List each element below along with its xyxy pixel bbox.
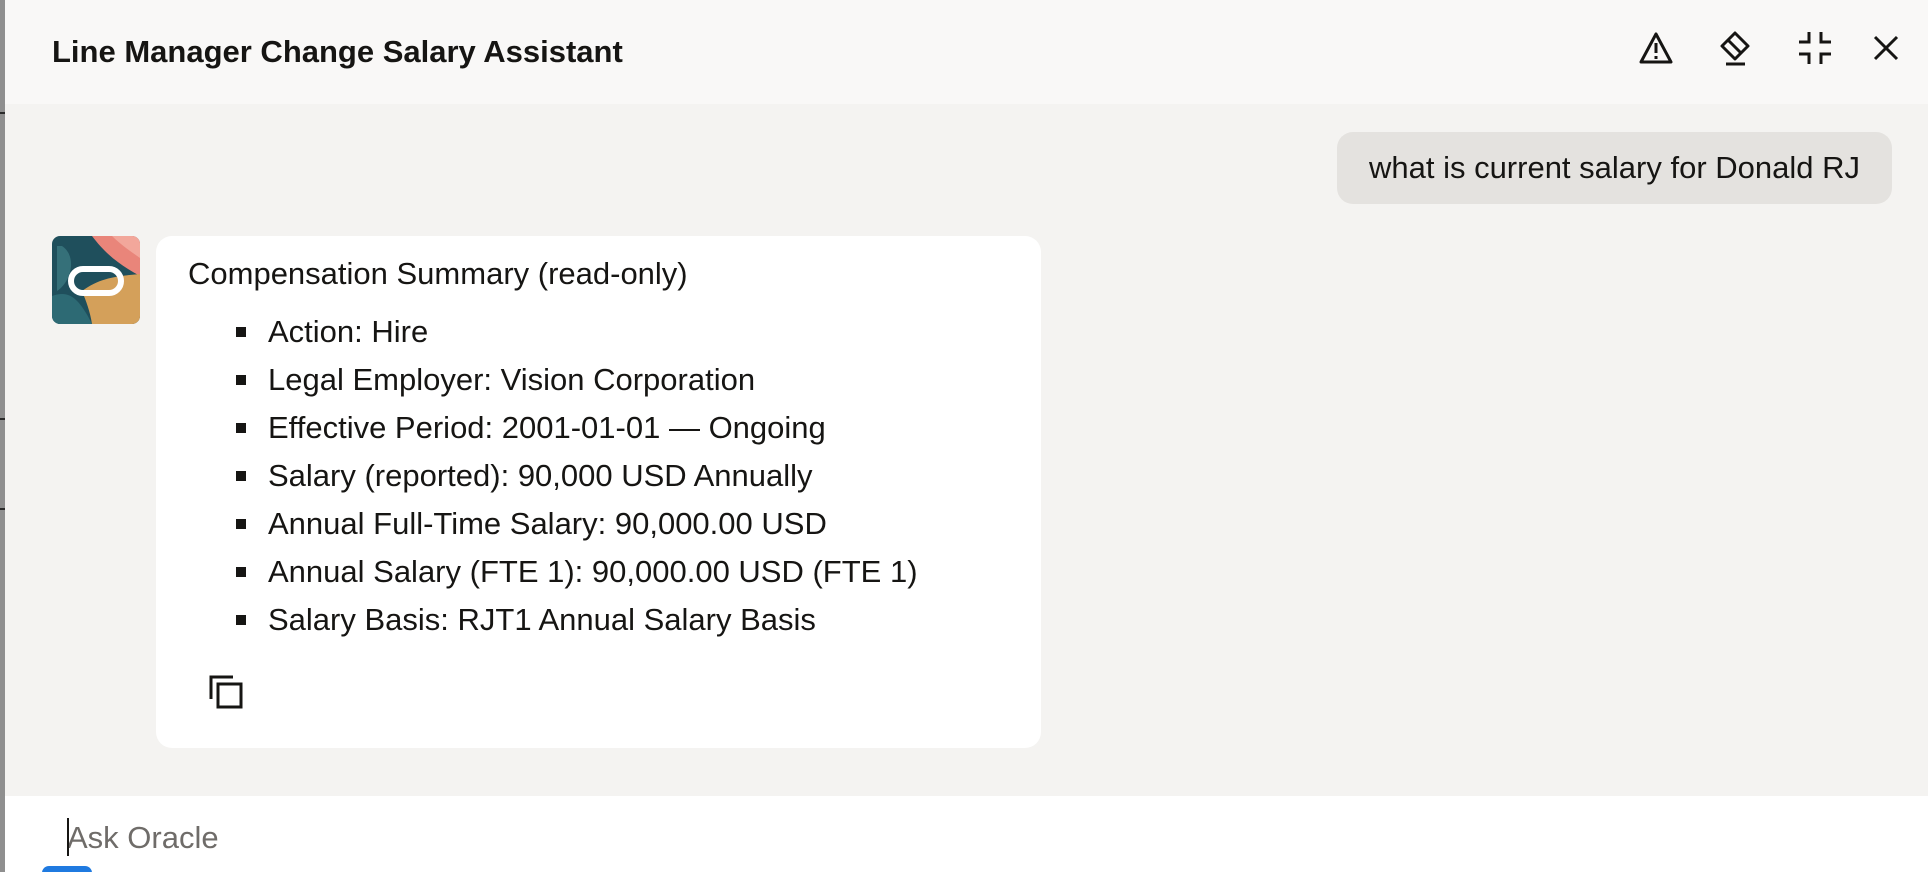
user-message-bubble: what is current salary for Donald RJ <box>1336 132 1892 204</box>
clear-chat-button[interactable] <box>1709 24 1761 76</box>
conversation-area[interactable]: what is current salary for Donald RJ Com… <box>5 104 1928 796</box>
eraser-icon <box>1717 30 1753 71</box>
user-message-text: what is current salary for Donald RJ <box>1368 150 1860 185</box>
list-item: Annual Full-Time Salary: 90,000.00 USD <box>236 504 918 552</box>
copy-icon <box>208 674 244 715</box>
list-item: Legal Employer: Vision Corporation <box>236 360 918 408</box>
ask-oracle-input[interactable] <box>67 816 1867 860</box>
list-item: Salary (reported): 90,000 USD Annually <box>236 456 918 504</box>
bullet-icon <box>236 327 246 337</box>
bullet-icon <box>236 567 246 577</box>
bullet-icon <box>236 375 246 385</box>
minimize-button[interactable] <box>1789 24 1841 76</box>
compensation-summary-list: Action: Hire Legal Employer: Vision Corp… <box>236 312 918 648</box>
collapse-icon <box>1797 30 1833 71</box>
bullet-icon <box>236 423 246 433</box>
close-icon <box>1871 33 1901 68</box>
assistant-title: Line Manager Change Salary Assistant <box>52 34 623 69</box>
report-issue-button[interactable] <box>1630 24 1682 76</box>
assistant-response-card: Compensation Summary (read-only) Action:… <box>156 236 1041 748</box>
bullet-icon <box>236 519 246 529</box>
close-button[interactable] <box>1860 24 1912 76</box>
oracle-logo-icon <box>52 236 140 324</box>
list-item: Annual Salary (FTE 1): 90,000.00 USD (FT… <box>236 552 918 600</box>
copy-response-button[interactable] <box>204 672 248 716</box>
bullet-icon <box>236 471 246 481</box>
response-heading: Compensation Summary (read-only) <box>188 256 688 291</box>
list-item: Action: Hire <box>236 312 918 360</box>
bullet-icon <box>236 615 246 625</box>
list-item: Effective Period: 2001-01-01 — Ongoing <box>236 408 918 456</box>
message-composer <box>5 796 1928 872</box>
list-item: Salary Basis: RJT1 Annual Salary Basis <box>236 600 918 648</box>
assistant-window: Line Manager Change Salary Assistant wha… <box>0 0 1928 872</box>
send-button[interactable] <box>42 866 92 872</box>
text-caret <box>67 818 69 856</box>
assistant-header: Line Manager Change Salary Assistant <box>5 0 1928 104</box>
warning-triangle-icon <box>1638 31 1674 70</box>
